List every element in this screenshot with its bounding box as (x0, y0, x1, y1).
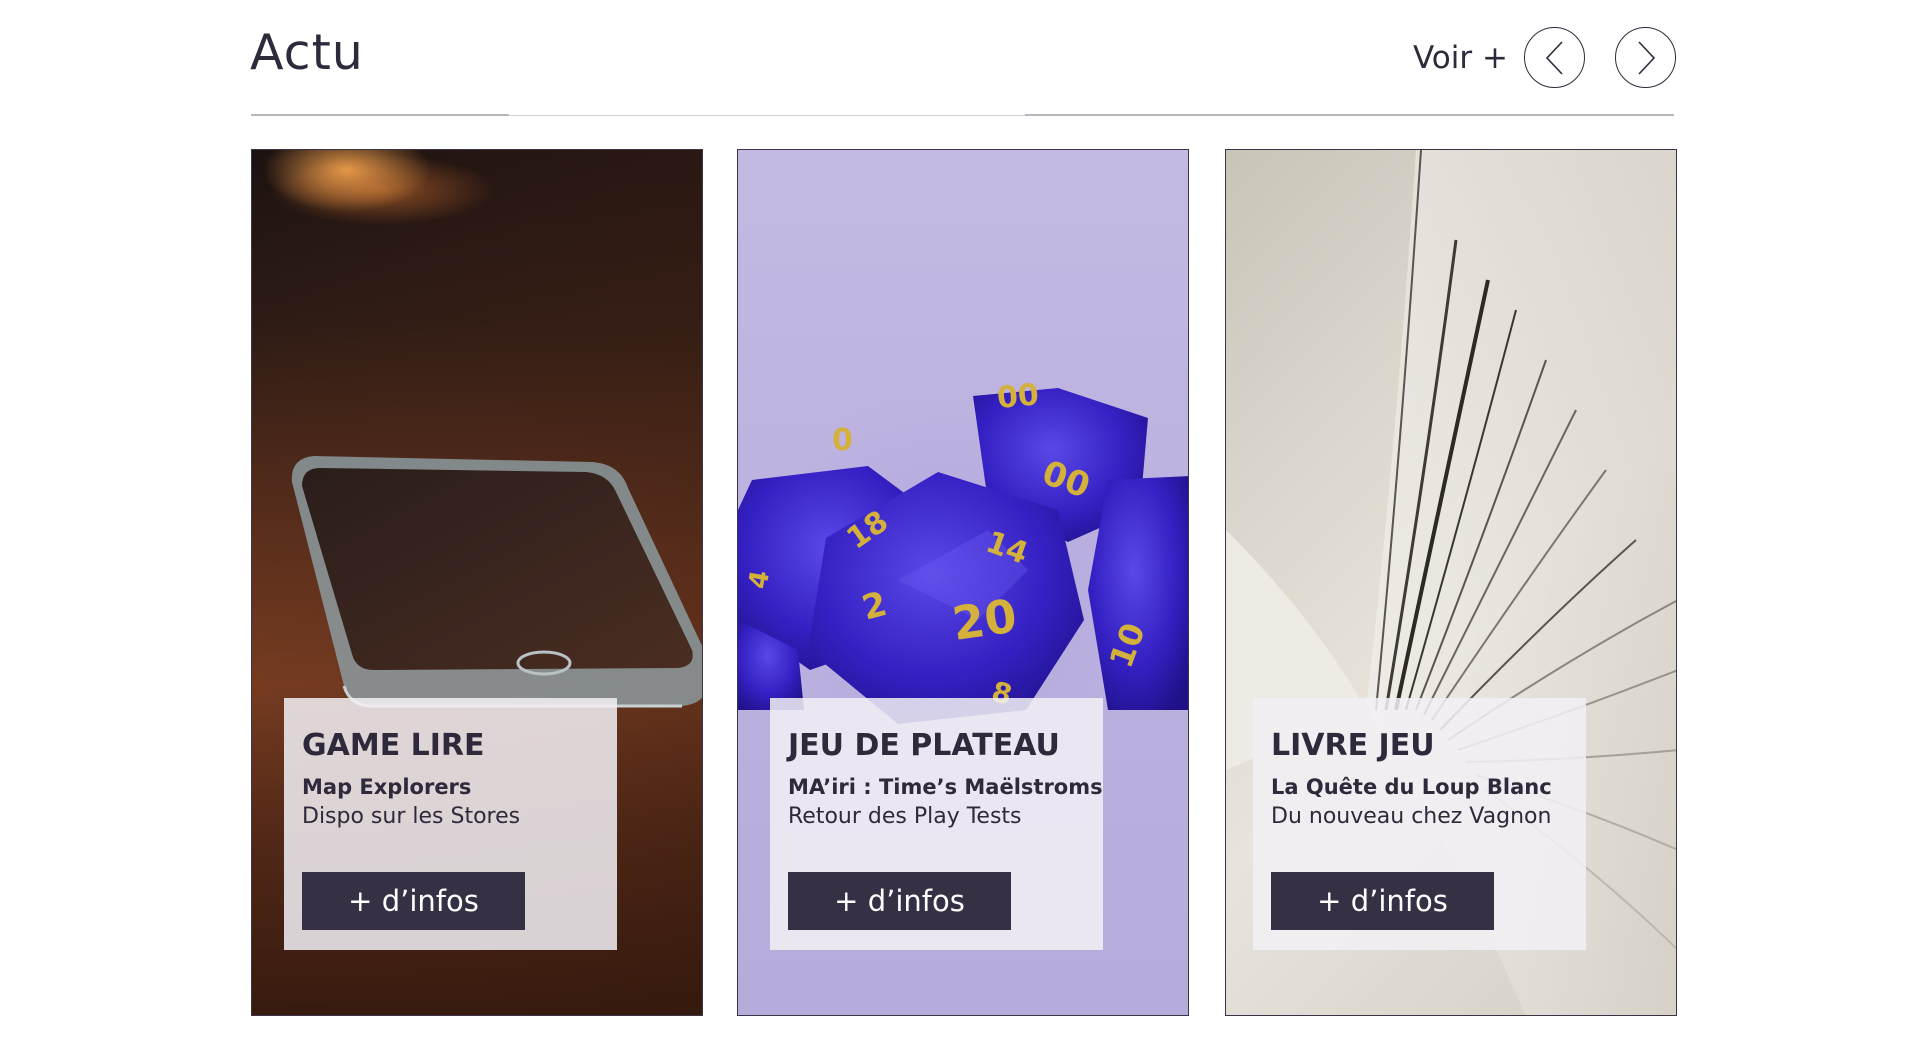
news-card: GAME LIRE Map Explorers Dispo sur les St… (251, 149, 703, 1016)
next-button[interactable] (1615, 27, 1676, 88)
previous-button[interactable] (1524, 27, 1585, 88)
actu-section: Actu Voir + GAME LIRE Map Explorers Disp… (0, 0, 1919, 1040)
section-title: Actu (250, 24, 364, 81)
more-info-button[interactable]: + d’infos (788, 872, 1011, 930)
svg-text:20: 20 (949, 589, 1020, 651)
svg-text:0: 0 (832, 423, 853, 458)
card-description: Du nouveau chez Vagnon (1271, 804, 1552, 830)
card-category: LIVRE JEU (1271, 728, 1435, 763)
chevron-left-icon (1545, 40, 1563, 75)
card-info-panel: GAME LIRE Map Explorers Dispo sur les St… (284, 698, 617, 950)
svg-text:00: 00 (996, 377, 1041, 416)
card-info-panel: JEU DE PLATEAU MA’iri : Time’s Maëlstrom… (770, 698, 1103, 950)
card-subtitle: La Quête du Loup Blanc (1271, 775, 1552, 799)
card-subtitle: MA’iri : Time’s Maëlstroms (788, 775, 1103, 799)
divider-segment (251, 114, 509, 116)
card-subtitle: Map Explorers (302, 775, 472, 799)
card-category: GAME LIRE (302, 728, 485, 763)
chevron-right-icon (1637, 40, 1655, 75)
card-info-panel: LIVRE JEU La Quête du Loup Blanc Du nouv… (1253, 698, 1586, 950)
card-description: Retour des Play Tests (788, 804, 1022, 830)
more-info-button[interactable]: + d’infos (1271, 872, 1494, 930)
news-card: 20 14 18 2 8 00 00 0 10 4 JEU DE PLATEAU… (737, 149, 1189, 1016)
news-card: LIVRE JEU La Quête du Loup Blanc Du nouv… (1225, 149, 1677, 1016)
more-info-button[interactable]: + d’infos (302, 872, 525, 930)
see-more-link[interactable]: Voir + (1413, 40, 1508, 76)
card-category: JEU DE PLATEAU (788, 728, 1060, 763)
divider-segment (1025, 114, 1674, 116)
card-description: Dispo sur les Stores (302, 804, 521, 830)
